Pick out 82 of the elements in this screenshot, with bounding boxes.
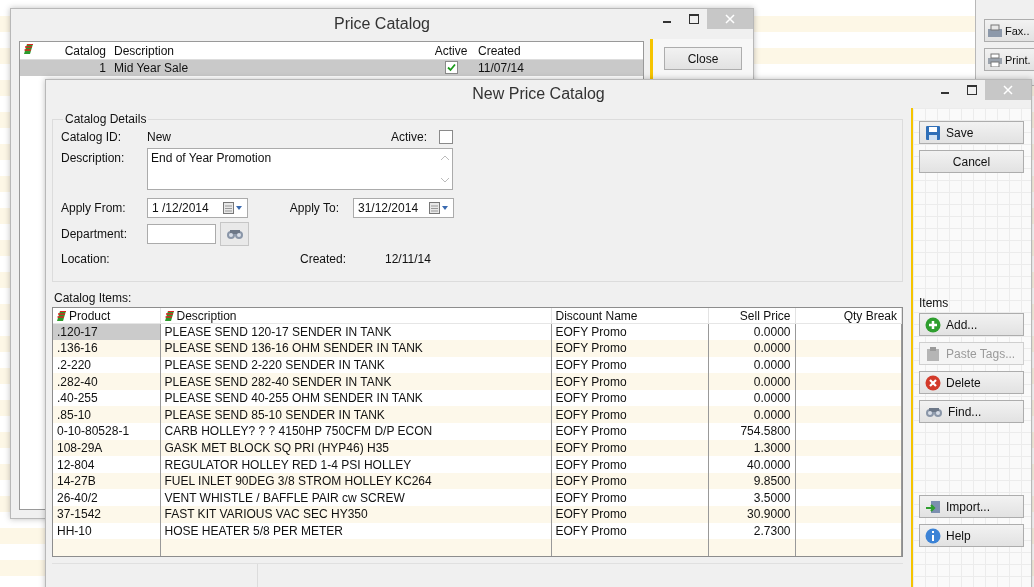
table-cell: EOFY Promo bbox=[551, 373, 708, 390]
sidebar-button[interactable]: Help bbox=[919, 524, 1024, 547]
import-icon bbox=[925, 498, 941, 515]
checkbox[interactable] bbox=[439, 130, 453, 144]
field-value: New bbox=[147, 130, 172, 144]
sidebar-button[interactable]: Save bbox=[919, 121, 1024, 144]
sidebar-button[interactable]: Find... bbox=[919, 400, 1024, 423]
delete-icon bbox=[925, 374, 941, 391]
field-label: Created: bbox=[300, 252, 348, 266]
scroll-down-icon[interactable] bbox=[441, 178, 449, 183]
table-cell: REGULATOR HOLLEY RED 1-4 PSI HOLLEY bbox=[160, 456, 551, 473]
table-cell: 754.5800 bbox=[708, 423, 795, 440]
sidebar-button[interactable]: Delete bbox=[919, 371, 1024, 394]
table-cell-text: Mid Year Sale bbox=[113, 61, 190, 75]
column-header[interactable]: Sell Price bbox=[739, 308, 791, 323]
toolbar-button[interactable]: Fax.. bbox=[984, 19, 1034, 42]
calendar-dropdown-icon[interactable] bbox=[429, 202, 449, 214]
table-cell[interactable]: .136-16 bbox=[53, 340, 160, 357]
window-title: Price Catalog bbox=[333, 15, 430, 33]
sidebar-button[interactable]: Cancel bbox=[919, 150, 1024, 173]
table-cell: 0.0000 bbox=[708, 373, 795, 390]
table-cell[interactable]: 12-804 bbox=[53, 456, 160, 473]
section-label: Catalog Items: bbox=[54, 291, 133, 305]
column-header[interactable]: Catalog bbox=[64, 43, 106, 58]
sort-icon bbox=[24, 43, 33, 54]
section-label: Items bbox=[919, 296, 950, 310]
column-header[interactable]: Created bbox=[474, 43, 643, 58]
table-cell-text: 11/07/14 bbox=[477, 61, 525, 75]
fax-icon bbox=[987, 23, 1003, 38]
binoculars-icon bbox=[925, 405, 943, 418]
field-label: Apply From: bbox=[61, 201, 127, 215]
window-title: New Price Catalog bbox=[472, 85, 605, 103]
table-cell[interactable]: 37-1542 bbox=[53, 506, 160, 523]
printer-icon bbox=[987, 52, 1003, 67]
field-label: Location: bbox=[61, 252, 111, 266]
date-field[interactable]: 1 /12/2014 bbox=[147, 198, 248, 218]
field-label: Apply To: bbox=[288, 201, 340, 215]
field-label: Catalog ID: bbox=[61, 130, 123, 144]
clipboard-icon bbox=[925, 345, 941, 362]
field-label: Department: bbox=[61, 227, 129, 241]
table-cell: EOFY Promo bbox=[551, 506, 708, 523]
sidebar-button[interactable]: Import... bbox=[919, 495, 1024, 518]
column-header[interactable]: Qty Break bbox=[843, 308, 897, 323]
column-header[interactable]: Active bbox=[428, 43, 474, 58]
info-icon bbox=[925, 527, 941, 544]
table-cell: EOFY Promo bbox=[551, 423, 708, 440]
sidebar-button[interactable]: Add... bbox=[919, 313, 1024, 336]
column-header[interactable]: Description bbox=[176, 308, 237, 323]
table-cell: FAST KIT VARIOUS VAC SEC HY350 bbox=[160, 506, 551, 523]
find-button[interactable] bbox=[220, 222, 249, 246]
table-cell[interactable]: 0-10-80528-1 bbox=[53, 423, 160, 440]
field-label: Active: bbox=[390, 130, 427, 144]
table-cell: EOFY Promo bbox=[551, 456, 708, 473]
binoculars-icon bbox=[225, 228, 244, 240]
table-cell: CARB HOLLEY? ? ? 4150HP 750CFM D/P ECON bbox=[160, 423, 551, 440]
list-row[interactable]: 1 Mid Year Sale 11/07/14 bbox=[20, 60, 643, 76]
toolbar-button[interactable]: Print. bbox=[984, 48, 1034, 71]
sort-icon bbox=[57, 310, 66, 321]
field-label: Description: bbox=[61, 151, 126, 165]
column-header[interactable]: Product bbox=[69, 308, 111, 323]
department-field[interactable] bbox=[147, 224, 216, 244]
table-cell: 30.9000 bbox=[708, 506, 795, 523]
sort-icon bbox=[164, 310, 174, 321]
floppy-icon bbox=[925, 124, 941, 141]
column-header[interactable]: Description bbox=[110, 43, 428, 58]
calendar-dropdown-icon[interactable] bbox=[223, 202, 243, 214]
group-title: Catalog Details bbox=[64, 112, 148, 126]
checkbox[interactable] bbox=[444, 61, 458, 74]
field-value: 12/11/14 bbox=[385, 252, 431, 266]
description-field[interactable]: End of Year Promotion bbox=[147, 148, 453, 190]
table-cell-text: 1 bbox=[98, 61, 107, 75]
table-cell[interactable]: .282-40 bbox=[53, 373, 160, 390]
table-cell: EOFY Promo bbox=[551, 340, 708, 357]
table-cell: 40.0000 bbox=[708, 456, 795, 473]
scroll-up-icon[interactable] bbox=[441, 155, 449, 160]
date-field[interactable]: 31/12/2014 bbox=[353, 198, 454, 218]
table-cell: PLEASE SEND 136-16 OHM SENDER IN TANK bbox=[160, 340, 551, 357]
close-button[interactable]: Close bbox=[664, 47, 742, 70]
table-cell: PLEASE SEND 282-40 SENDER IN TANK bbox=[160, 373, 551, 390]
add-icon bbox=[925, 316, 941, 333]
column-header[interactable]: Discount Name bbox=[555, 308, 638, 323]
table-cell: 0.0000 bbox=[708, 340, 795, 357]
